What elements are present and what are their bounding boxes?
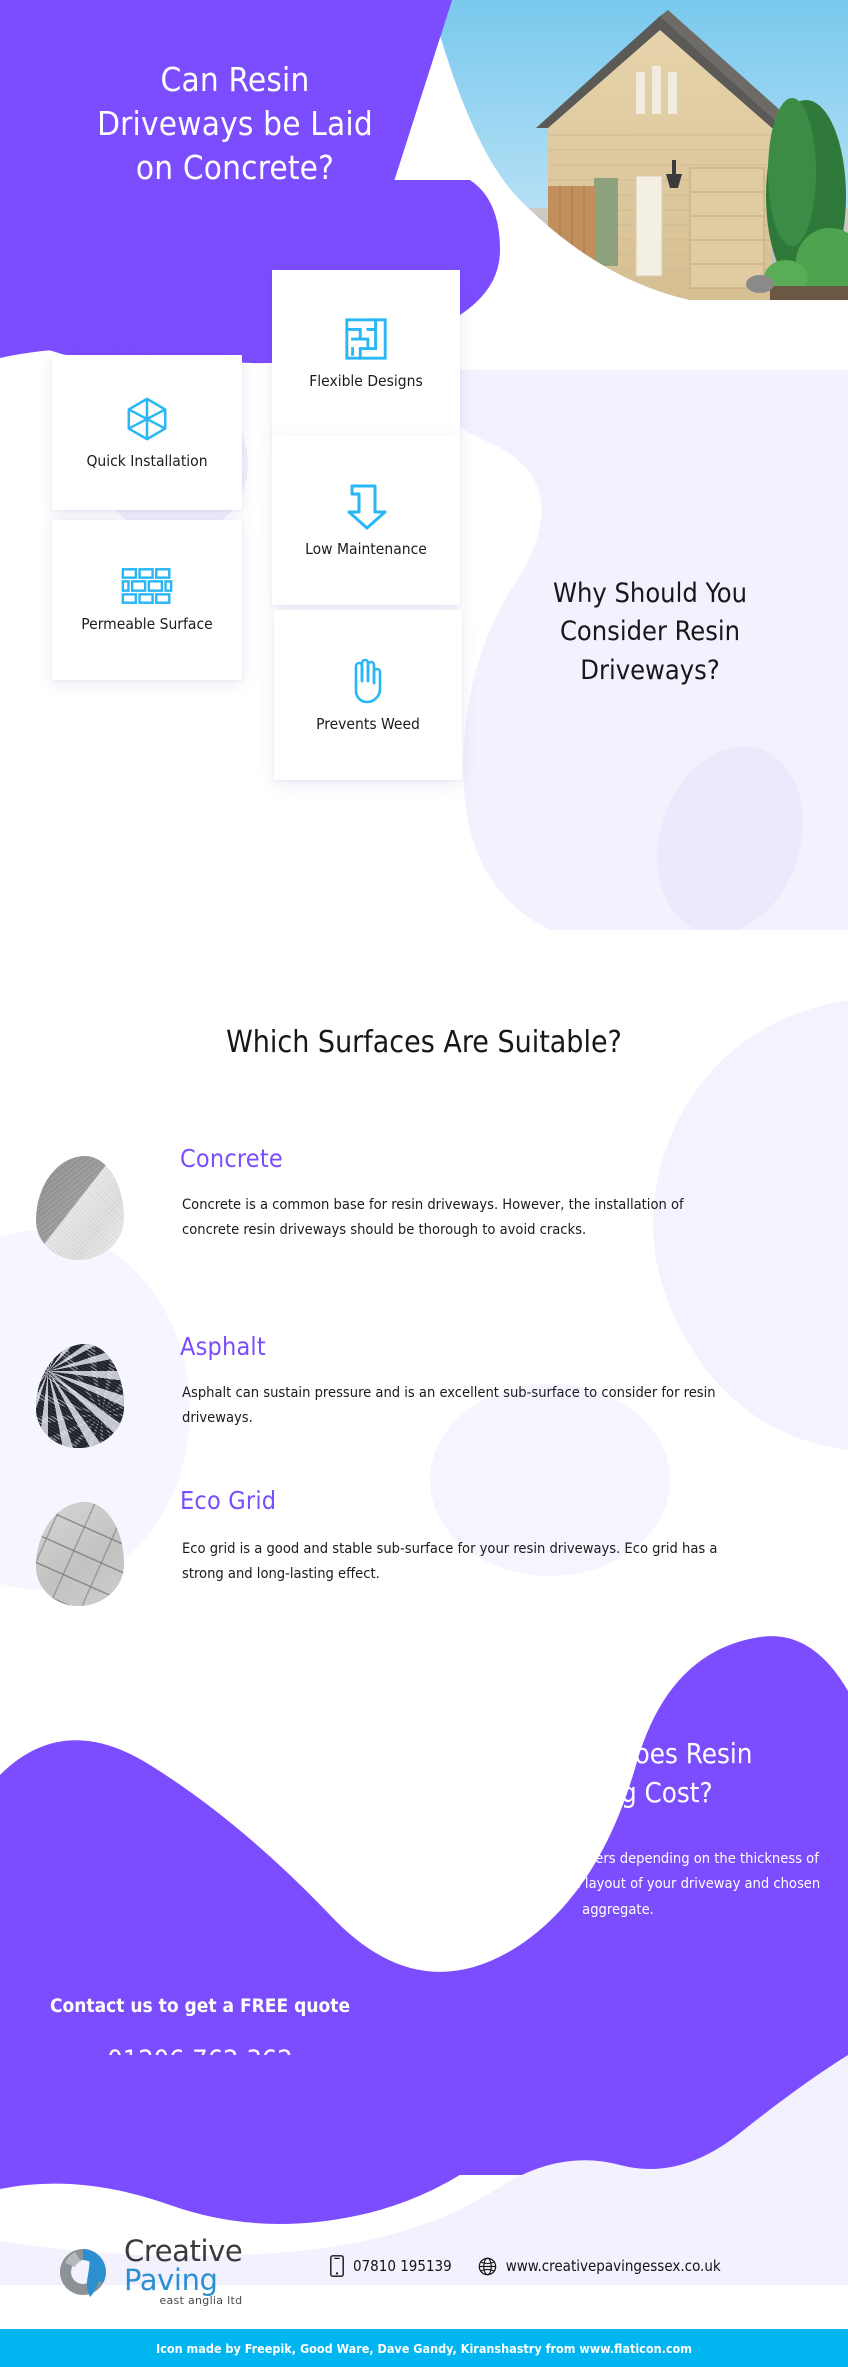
concrete-pebble-image [36,1156,124,1260]
footer-mobile-text: 07810 195139 [353,2257,452,2275]
why-heading-line-1: Why Should You [553,578,747,609]
feature-card-label: Permeable Surface [81,615,213,633]
cost-heading-line-1: How Much Does Resin [479,1738,753,1770]
mobile-phone-icon [330,2255,344,2277]
surface-item-asphalt: Asphalt Asphalt can sustain pressure and… [0,1330,848,1480]
feature-card-label: Prevents Weed [316,715,420,733]
feature-card-permeable-surface[interactable]: Permeable Surface [52,520,242,680]
logo-wordmark: Creative Paving east anglia ltd [124,2234,243,2307]
cube-icon [124,396,170,442]
brick-grid-icon [121,567,173,605]
free-quote-cta: Contact us to get a FREE quote [49,1995,351,2017]
infographic-page: Can Resin Driveways be Laid on Concrete?… [0,0,848,2367]
why-section-heading: Why Should You Consider Resin Driveways? [480,575,820,690]
logo-mark-icon [60,2248,106,2297]
cost-heading: How Much Does Resin Surfacing Cost? [398,1735,834,1813]
footer-website-text: www.creativepavingessex.co.uk [505,2257,721,2275]
surface-body: Concrete is a common base for resin driv… [182,1196,684,1239]
feature-card-prevents-weed[interactable]: Prevents Weed [274,610,462,780]
surface-body: Eco grid is a good and stable sub-surfac… [182,1540,718,1583]
cost-heading-line-2: Surfacing Cost? [519,1777,713,1810]
feature-card-label: Low Maintenance [305,540,427,558]
feature-card-label: Flexible Designs [309,371,423,390]
why-heading-line-2: Consider Resin [559,616,741,648]
credit-text: Icon made by Freepik, Good Ware, Dave Ga… [156,2340,692,2356]
logo-line-2: Paving [124,2263,218,2297]
surface-body: Asphalt can sustain pressure and is an e… [182,1384,716,1427]
page-title: Can Resin Driveways be Laid on Concrete? [0,58,470,190]
footer-website-contact[interactable]: www.creativepavingessex.co.uk [478,2257,721,2276]
why-section: Flexible Designs Quick Installation Low … [0,270,848,1010]
why-heading-line-3: Driveways? [580,654,720,686]
credit-bar: Icon made by Freepik, Good Ware, Dave Ga… [0,2329,848,2367]
logo-line-1: Creative [124,2234,243,2268]
cost-body: Cost of resin driveways differs dependin… [415,1850,821,1918]
maze-icon [343,316,389,362]
hero-title-line-2: Driveways be Laid [97,103,373,143]
feature-card-low-maintenance[interactable]: Low Maintenance [272,435,460,605]
ecogrid-pebble-image [36,1502,124,1606]
surface-title: Concrete [180,1144,283,1173]
surface-item-concrete: Concrete Concrete is a common base for r… [0,1140,848,1300]
feature-card-flexible-designs[interactable]: Flexible Designs [272,270,460,435]
hand-icon [347,657,389,705]
down-arrow-icon [344,482,388,530]
hero-title-line-1: Can Resin [160,60,310,99]
surfaces-heading: Which Surfaces Are Suitable? [226,1025,622,1060]
globe-icon [478,2257,497,2275]
feature-card-quick-installation[interactable]: Quick Installation [52,355,242,510]
asphalt-pebble-image [36,1344,124,1448]
footer-mobile-contact[interactable]: 07810 195139 [330,2255,452,2277]
surface-title: Asphalt [180,1332,266,1361]
footer-contact-list: 07810 195139 www.creativepavingessex.co.… [330,2255,721,2277]
feature-card-label: Quick Installation [86,451,208,470]
company-logo: Creative Paving east anglia ltd [52,2234,243,2307]
surface-title: Eco Grid [180,1486,277,1515]
